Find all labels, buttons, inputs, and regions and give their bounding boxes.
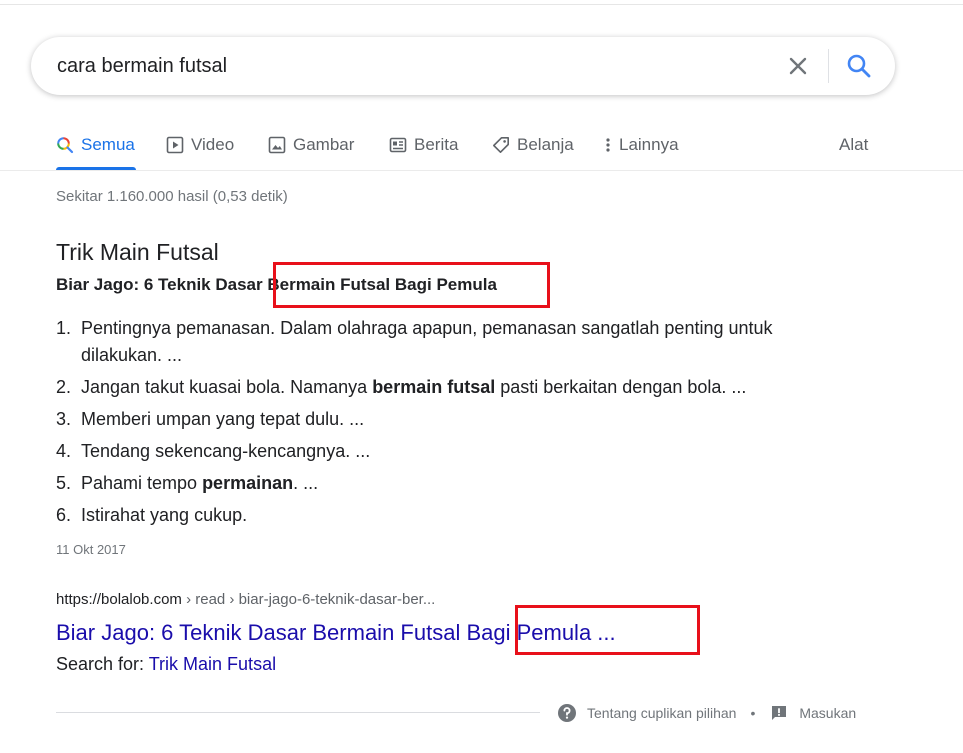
tab-label: Gambar [293, 135, 355, 154]
tabs-divider [0, 170, 963, 171]
search-for-label: Search for: [56, 654, 149, 674]
tab-label: Lainnya [619, 135, 679, 154]
search-box-divider [828, 49, 829, 83]
tag-icon [492, 136, 510, 154]
search-input[interactable] [57, 51, 757, 81]
tab-label: Semua [81, 135, 135, 154]
clear-icon[interactable] [786, 54, 810, 78]
search-tabs: Semua Video Gambar Berita Belanja Lainny… [0, 125, 963, 171]
news-icon [389, 136, 407, 154]
snippet-date: 11 Okt 2017 [56, 542, 126, 557]
snippet-subtitle-text: Biar Jago: 6 Teknik Dasar [56, 275, 268, 294]
search-box[interactable] [31, 37, 895, 95]
highlight-annotation-box [515, 605, 700, 655]
highlight-annotation-box [273, 262, 550, 308]
footer-separator: • [750, 705, 756, 721]
list-item: 4. Tendang sekencang-kencangnya. ... [56, 441, 371, 461]
list-item: 3. Memberi umpan yang tepat dulu. ... [56, 409, 365, 429]
help-icon [557, 703, 577, 723]
list-item: 6. Istirahat yang cukup. [56, 505, 248, 525]
list-item: 1. Pentingnya pemanasan. Dalam olahraga a… [56, 318, 773, 365]
snippet-footer: Tentang cuplikan pilihan • Masukan [557, 702, 856, 724]
tab-belanja[interactable]: Belanja [492, 133, 574, 157]
feedback-icon [769, 703, 789, 723]
list-item: 5. Pahami tempo permainan. ... [56, 473, 319, 493]
tools-button[interactable]: Alat [839, 133, 868, 157]
result-url[interactable]: https://bolalob.com › read › biar-jago-6… [56, 591, 435, 608]
result-stats: Sekitar 1.160.000 hasil (0,53 detik) [56, 188, 288, 205]
feedback-link[interactable]: Masukan [799, 705, 856, 721]
tab-lainnya[interactable]: Lainnya [603, 133, 679, 157]
image-icon [268, 136, 286, 154]
snippet-list: 1. Pentingnya pemanasan. Dalam olahraga a… [56, 315, 856, 534]
top-divider [0, 4, 963, 5]
search-for-line: Search for: Trik Main Futsal [56, 654, 276, 675]
footer-divider [56, 712, 540, 713]
tab-berita[interactable]: Berita [389, 133, 458, 157]
result-breadcrumb: › read › biar-jago-6-teknik-dasar-ber... [181, 591, 436, 608]
result-domain: https://bolalob.com [56, 591, 182, 608]
video-icon [166, 136, 184, 154]
tab-video[interactable]: Video [166, 133, 234, 157]
tab-semua[interactable]: Semua [56, 133, 135, 157]
search-for-link[interactable]: Trik Main Futsal [149, 654, 276, 674]
list-item: 2. Jangan takut kuasai bola. Namanya berm… [56, 377, 747, 397]
search-icon[interactable] [845, 52, 873, 80]
tab-label: Video [191, 135, 235, 154]
tab-label: Belanja [517, 135, 574, 154]
search-icon [56, 136, 74, 154]
tools-label: Alat [839, 135, 869, 154]
tab-gambar[interactable]: Gambar [268, 133, 354, 157]
about-featured-snippets-link[interactable]: Tentang cuplikan pilihan [587, 705, 736, 721]
more-vertical-icon [603, 136, 613, 154]
tab-label: Berita [414, 135, 459, 154]
snippet-title: Trik Main Futsal [56, 239, 219, 265]
